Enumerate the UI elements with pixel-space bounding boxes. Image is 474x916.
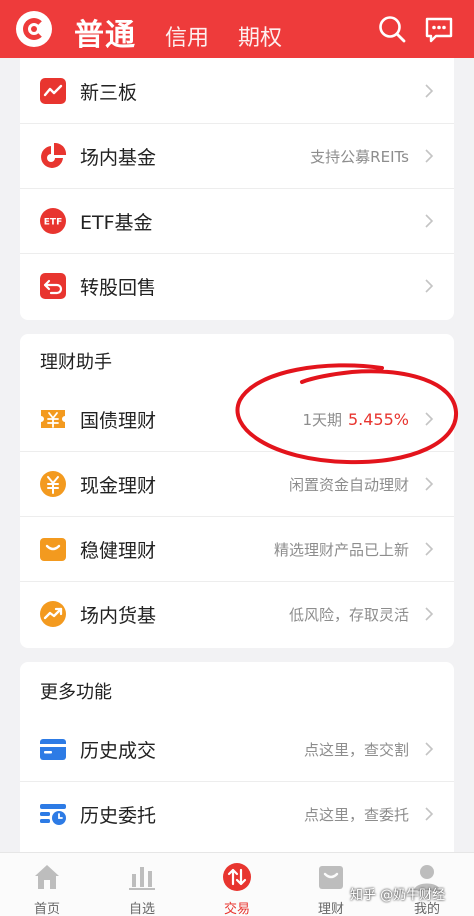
menu-item-neeq[interactable]: 新三板 (20, 58, 454, 123)
etf-icon: ETF (40, 208, 66, 234)
section-title: 更多功能 (40, 682, 112, 703)
message-icon[interactable] (423, 13, 455, 45)
chevron-right-icon (425, 542, 434, 556)
chevron-right-icon (425, 279, 434, 293)
wallet-icon (319, 866, 343, 889)
rate-text: 5.455% (347, 410, 409, 429)
menu-item-treasury-repo[interactable]: 国债理财 1天期 5.455% (20, 386, 454, 451)
tab-trade[interactable]: 交易 (207, 853, 267, 916)
trade-arrows-icon (223, 863, 251, 891)
list-clock-icon (40, 804, 66, 825)
tab-label: 首页 (33, 902, 60, 916)
trade-menu-card: 新三板 场内基金 支持公募REITs ETF ETF基金 转股回售 (20, 58, 454, 320)
menu-item-label: 场内基金 (80, 147, 157, 169)
app-logo-icon (16, 11, 52, 47)
menu-item-label: ETF基金 (80, 212, 153, 234)
menu-item-etf-fund[interactable]: ETF ETF基金 (20, 188, 454, 253)
menu-item-order-history[interactable]: 历史委托 点这里，查委托 (20, 781, 454, 846)
home-icon (35, 865, 59, 889)
bar-chart-icon (129, 867, 155, 890)
wealth-assistant-card: 理财助手 国债理财 1天期 5.455% 现金理财 闲置资金自动理财 稳健理财 精… (20, 334, 454, 648)
menu-item-conversion-putback[interactable]: 转股回售 (20, 253, 454, 318)
menu-item-label: 国债理财 (80, 410, 157, 432)
menu-item-label: 历史委托 (80, 805, 157, 827)
menu-item-trade-history[interactable]: 历史成交 点这里，查交割 (20, 716, 454, 781)
menu-item-label: 新三板 (80, 82, 138, 104)
chevron-right-icon (425, 807, 434, 821)
tab-label: 自选 (128, 902, 155, 916)
menu-item-subtext: 1天期 5.455% (302, 409, 409, 430)
menu-item-subtext: 低风险，存取灵活 (288, 606, 409, 624)
more-functions-card: 更多功能 历史成交 点这里，查交割 历史委托 点这里，查委托 (20, 662, 454, 852)
chevron-right-icon (425, 742, 434, 756)
yen-coin-icon (40, 471, 66, 497)
trend-chart-icon (40, 78, 66, 104)
tab-home[interactable]: 首页 (17, 853, 77, 916)
term-text: 1天期 (302, 411, 342, 429)
menu-item-label: 历史成交 (80, 740, 157, 762)
ticket-yen-icon (41, 410, 65, 428)
tab-normal[interactable]: 普通 (74, 10, 136, 54)
chevron-right-icon (425, 84, 434, 98)
menu-item-money-market[interactable]: 场内货基 低风险，存取灵活 (20, 581, 454, 646)
section-title: 理财助手 (40, 352, 112, 373)
menu-item-subtext: 支持公募REITs (310, 148, 409, 166)
menu-item-label: 稳健理财 (80, 540, 157, 562)
chevron-right-icon (425, 607, 434, 621)
menu-item-subtext: 点这里，查委托 (303, 806, 409, 824)
menu-item-label: 转股回售 (80, 277, 157, 299)
bag-icon (40, 538, 66, 561)
calendar-card-icon (40, 739, 66, 760)
menu-item-onsite-fund[interactable]: 场内基金 支持公募REITs (20, 123, 454, 188)
tab-credit[interactable]: 信用 (165, 20, 209, 52)
tab-watchlist[interactable]: 自选 (112, 853, 172, 916)
tab-label: 交易 (223, 902, 250, 916)
menu-item-subtext: 精选理财产品已上新 (273, 541, 409, 559)
chevron-right-icon (425, 477, 434, 491)
menu-item-label: 场内货基 (80, 605, 157, 627)
etf-icon-text: ETF (44, 218, 62, 228)
watermark-text: 知乎 @奶牛财经 (350, 888, 446, 903)
pie-chart-icon (41, 142, 67, 168)
tab-options[interactable]: 期权 (238, 20, 282, 52)
menu-item-label: 现金理财 (80, 475, 157, 497)
menu-item-cash-management[interactable]: 现金理财 闲置资金自动理财 (20, 451, 454, 516)
chevron-right-icon (425, 412, 434, 426)
chevron-right-icon (425, 149, 434, 163)
chevron-right-icon (425, 214, 434, 228)
menu-item-steady-wealth[interactable]: 稳健理财 精选理财产品已上新 (20, 516, 454, 581)
trend-up-coin-icon (40, 601, 66, 627)
top-header: 普通 信用 期权 (0, 0, 474, 58)
return-arrow-icon (40, 273, 66, 299)
menu-item-subtext: 闲置资金自动理财 (288, 476, 409, 494)
search-icon[interactable] (376, 13, 408, 45)
menu-item-subtext: 点这里，查交割 (303, 741, 409, 759)
